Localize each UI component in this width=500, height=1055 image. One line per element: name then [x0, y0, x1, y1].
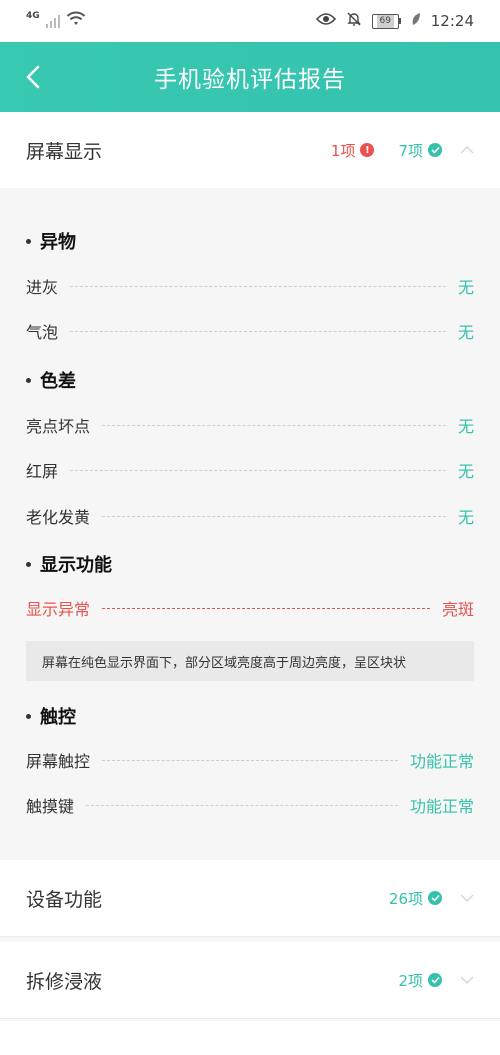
check-item: 亮点坏点 无 [26, 413, 474, 437]
check-item: 进灰 无 [26, 274, 474, 298]
bad-count: 1项 ! [331, 140, 375, 161]
item-label: 亮点坏点 [26, 417, 91, 436]
ok-count: 7项 [398, 140, 442, 161]
item-value: 无 [457, 508, 474, 527]
page-title: 手机验机评估报告 [154, 67, 346, 93]
signal-icon [45, 14, 60, 28]
bad-count-label: 1项 [330, 141, 356, 160]
eye-icon [315, 12, 336, 30]
group-title: 显示功能 [26, 551, 112, 577]
section-title: 设备功能 [26, 888, 103, 911]
ok-count-label: 26项 [388, 889, 423, 908]
item-value: 无 [457, 462, 474, 481]
check-icon [428, 891, 442, 905]
check-item: 老化发黄 无 [26, 504, 474, 528]
check-icon [428, 973, 442, 987]
item-value: 亮斑 [441, 600, 474, 619]
divider [0, 936, 500, 937]
check-item-abnormal: 显示异常 亮斑 [26, 596, 474, 620]
alert-icon: ! [360, 143, 375, 157]
screen-display-detail: 异物 进灰无 气泡无 色差 亮点坏点无 红屏无 老化发黄无 显示功能 显示异常亮… [0, 188, 500, 856]
ok-count-label: 7项 [398, 141, 423, 160]
item-value: 无 [457, 323, 474, 342]
chevron-down-icon[interactable] [460, 973, 474, 987]
item-label: 触摸键 [26, 797, 75, 816]
group-title: 异物 [26, 228, 76, 254]
item-value: 无 [457, 417, 474, 436]
back-arrow-icon [26, 65, 40, 89]
section-repair-liquid[interactable]: 拆修浸液 2项 [0, 942, 500, 1018]
ok-count: 2项 [398, 970, 442, 991]
check-item: 气泡 无 [26, 319, 474, 343]
check-icon [428, 143, 442, 157]
chevron-up-icon[interactable] [460, 143, 474, 157]
group-title: 色差 [26, 367, 76, 393]
status-time: 12:24 [430, 12, 474, 30]
status-bar: 4G 69 12:24 [0, 0, 500, 42]
battery-level: 69 [376, 14, 395, 28]
group-title: 触控 [26, 703, 76, 729]
wifi-icon [66, 11, 86, 31]
item-label: 进灰 [26, 278, 59, 297]
divider [0, 1018, 500, 1019]
battery-icon: 69 [371, 13, 401, 29]
defect-description: 屏幕在纯色显示界面下，部分区域亮度高于周边亮度，呈区块状 [26, 641, 474, 681]
item-label: 显示异常 [26, 600, 91, 619]
item-label: 老化发黄 [26, 508, 91, 527]
status-right: 69 12:24 [315, 11, 474, 31]
next-section-peek [0, 1021, 500, 1055]
item-value: 功能正常 [409, 752, 474, 771]
check-item: 屏幕触控 功能正常 [26, 748, 474, 772]
back-button[interactable] [16, 60, 50, 94]
status-left: 4G [26, 11, 86, 31]
item-label: 红屏 [26, 462, 59, 481]
app-header: 手机验机评估报告 [0, 42, 500, 112]
section-title: 拆修浸液 [26, 970, 103, 993]
network-type: 4G [26, 11, 40, 21]
section-screen-display[interactable]: 屏幕显示 1项 ! 7项 [0, 112, 500, 188]
item-label: 屏幕触控 [26, 752, 91, 771]
item-label: 气泡 [26, 323, 59, 342]
leaf-icon [411, 12, 421, 30]
chevron-down-icon[interactable] [460, 891, 474, 905]
item-value: 无 [457, 278, 474, 297]
ok-count-label: 2项 [398, 971, 423, 990]
check-item: 红屏 无 [26, 458, 474, 482]
section-device-function[interactable]: 设备功能 26项 [0, 860, 500, 936]
ok-count: 26项 [389, 888, 442, 909]
bell-off-icon [346, 11, 362, 31]
section-title: 屏幕显示 [26, 140, 103, 163]
item-value: 功能正常 [409, 797, 474, 816]
check-item: 触摸键 功能正常 [26, 793, 474, 817]
